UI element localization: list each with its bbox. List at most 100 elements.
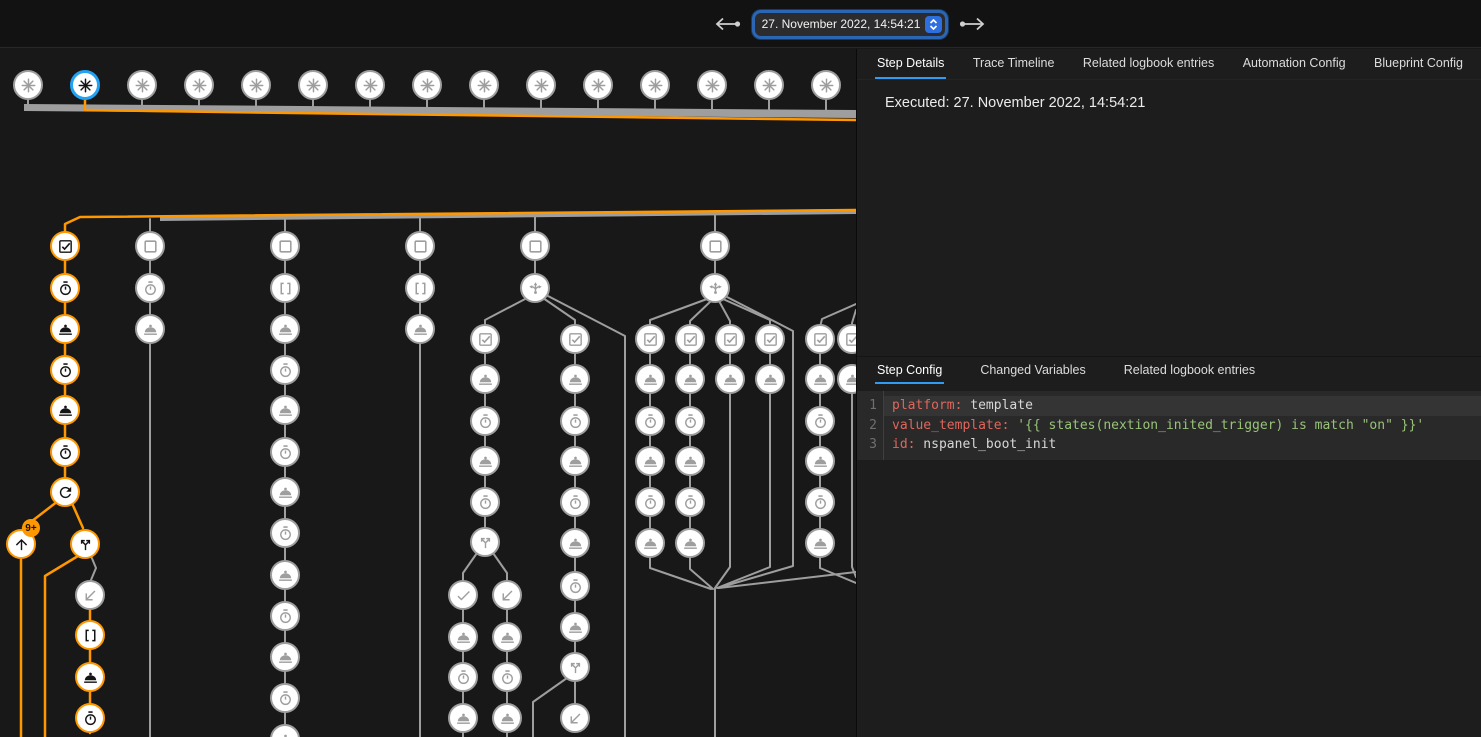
trace-node-dome[interactable] [448,703,478,733]
trace-node-timer[interactable] [560,406,590,436]
trace-node-timer[interactable] [470,487,500,517]
trace-node-timer[interactable] [270,437,300,467]
trace-node-arrow-bottom-left[interactable] [492,580,522,610]
trace-node-dome[interactable] [270,477,300,507]
trace-node-checkbox[interactable] [635,324,665,354]
trace-node-dome[interactable] [635,528,665,558]
trace-node-dome[interactable] [560,528,590,558]
trace-node-dome[interactable] [470,446,500,476]
trace-node-asterisk[interactable] [640,70,670,100]
trace-node-square[interactable] [700,231,730,261]
trace-node-square[interactable] [270,231,300,261]
trace-node-square[interactable] [520,231,550,261]
trace-node-checkbox[interactable] [675,324,705,354]
trace-node-timer[interactable] [50,355,80,385]
subtab-related-logbook-entries[interactable]: Related logbook entries [1122,357,1257,384]
trace-node-timer[interactable] [805,406,835,436]
trace-node-asterisk[interactable] [469,70,499,100]
trace-node-dome[interactable] [805,364,835,394]
trace-node-timer[interactable] [270,683,300,713]
trace-graph[interactable]: 9+ [0,49,856,737]
trace-node-dome[interactable] [270,395,300,425]
trace-node-dome[interactable] [560,612,590,642]
trace-node-dome[interactable] [492,622,522,652]
trace-node-asterisk[interactable] [583,70,613,100]
trace-node-dome[interactable] [405,314,435,344]
previous-trace-button[interactable] [712,15,742,33]
trace-node-timer[interactable] [560,571,590,601]
subtab-changed-variables[interactable]: Changed Variables [978,357,1087,384]
trace-node-dome[interactable] [270,314,300,344]
trace-node-dome[interactable] [470,364,500,394]
trace-node-dome[interactable] [675,528,705,558]
trace-node-dome[interactable] [560,446,590,476]
trace-node-checkbox[interactable] [755,324,785,354]
trace-node-timer[interactable] [492,662,522,692]
trace-node-asterisk[interactable] [184,70,214,100]
trace-node-dome[interactable] [715,364,745,394]
trace-node-dome[interactable] [492,703,522,733]
tab-blueprint-config[interactable]: Blueprint Config [1372,49,1465,79]
yaml-code-editor[interactable]: 123platform: templatevalue_template: '{{… [857,391,1481,460]
trace-node-timer[interactable] [75,703,105,733]
trace-node-timer[interactable] [270,601,300,631]
trace-node-asterisk[interactable] [526,70,556,100]
tab-step-details[interactable]: Step Details [875,49,946,79]
trace-node-timer[interactable] [270,518,300,548]
trace-node-dome[interactable] [675,364,705,394]
trace-node-dome[interactable] [270,560,300,590]
trace-node-timer[interactable] [675,487,705,517]
trace-node-timer[interactable] [448,662,478,692]
trace-node-timer[interactable] [635,487,665,517]
trace-node-asterisk[interactable] [754,70,784,100]
trace-node-brackets[interactable] [270,273,300,303]
trace-node-dome[interactable] [635,446,665,476]
trace-node-asterisk[interactable] [298,70,328,100]
trace-node-arrow-bottom-left[interactable] [560,703,590,733]
trace-node-dome[interactable] [50,395,80,425]
trace-node-arrow-bottom-left[interactable] [75,580,105,610]
trace-node-dome[interactable] [270,642,300,672]
trace-node-dome[interactable] [805,446,835,476]
trace-node-dome[interactable] [675,446,705,476]
trace-node-checkbox[interactable] [50,231,80,261]
trace-node-timer[interactable] [50,437,80,467]
trace-node-dome[interactable] [75,662,105,692]
trace-node-asterisk[interactable] [412,70,442,100]
trace-node-asterisk[interactable] [697,70,727,100]
tab-trace-timeline[interactable]: Trace Timeline [971,49,1057,79]
trace-node-checkbox[interactable] [715,324,745,354]
trace-node-asterisk[interactable] [70,70,100,100]
trace-node-checkbox[interactable] [805,324,835,354]
trace-node-dome[interactable] [635,364,665,394]
trace-node-square[interactable] [135,231,165,261]
trace-node-dome[interactable] [560,364,590,394]
trace-node-asterisk[interactable] [127,70,157,100]
trace-node-check[interactable] [448,580,478,610]
trace-node-asterisk[interactable] [355,70,385,100]
trace-node-timer[interactable] [675,406,705,436]
trace-node-timer[interactable] [135,273,165,303]
trace-node-asterisk[interactable] [811,70,841,100]
trace-node-dome[interactable] [135,314,165,344]
trace-node-square[interactable] [405,231,435,261]
trace-node-dome[interactable] [755,364,785,394]
trace-node-refresh[interactable] [50,477,80,507]
tab-related-logbook-entries[interactable]: Related logbook entries [1081,49,1216,79]
trace-node-call-split[interactable] [560,652,590,682]
trace-node-checkbox[interactable] [470,324,500,354]
tab-automation-config[interactable]: Automation Config [1241,49,1348,79]
trace-node-asterisk[interactable] [13,70,43,100]
subtab-step-config[interactable]: Step Config [875,357,944,384]
trace-node-dome[interactable] [448,622,478,652]
trace-node-timer[interactable] [805,487,835,517]
trace-node-brackets[interactable] [405,273,435,303]
trace-node-checkbox[interactable] [560,324,590,354]
trace-node-asterisk[interactable] [241,70,271,100]
trace-node-timer[interactable] [470,406,500,436]
trace-node-choose[interactable] [520,273,550,303]
next-trace-button[interactable] [958,15,988,33]
trace-node-timer[interactable] [270,355,300,385]
trace-node-brackets[interactable] [75,620,105,650]
trace-node-dome[interactable] [50,314,80,344]
